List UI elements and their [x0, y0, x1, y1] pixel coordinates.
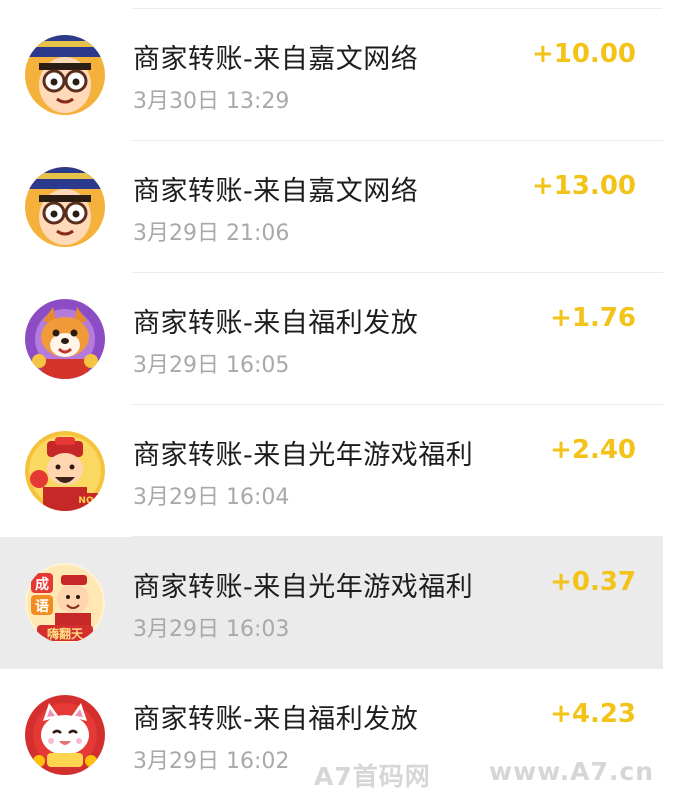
- transaction-amount: +1.76: [550, 303, 636, 333]
- transaction-time: 3月30日 13:29: [133, 89, 290, 114]
- transaction-amount: +4.23: [550, 699, 636, 729]
- transaction-title: 商家转账-来自福利发放: [133, 308, 419, 339]
- transaction-title: 商家转账-来自嘉文网络: [133, 176, 419, 207]
- transaction-time: 3月29日 16:03: [133, 617, 290, 642]
- transaction-row[interactable]: 商家转账-来自嘉文网络 3月30日 13:29 +10.00: [0, 9, 663, 141]
- transaction-time: 3月29日 16:02: [133, 749, 290, 774]
- lucky-cat-avatar-icon: [25, 695, 105, 775]
- god-of-wealth-avatar-icon: NO: [25, 431, 105, 511]
- transaction-list-screen: 商家转账-来自嘉文网络 3月30日 13:29 +10.00 商家转账-来自嘉文…: [0, 0, 695, 800]
- transaction-amount: +13.00: [531, 171, 636, 201]
- transaction-time: 3月29日 16:04: [133, 485, 290, 510]
- transaction-amount: +10.00: [531, 39, 636, 69]
- watermark-right: www.A7.cn: [489, 757, 655, 786]
- svg-text:语: 语: [35, 599, 49, 615]
- svg-text:成: 成: [35, 576, 49, 593]
- emperor-avatar-icon: [25, 35, 105, 115]
- transaction-row[interactable]: 商家转账-来自嘉文网络 3月29日 21:06 +13.00: [0, 141, 663, 273]
- transaction-amount: +0.37: [550, 567, 636, 597]
- transaction-title: 商家转账-来自光年游戏福利: [133, 572, 474, 603]
- transaction-row[interactable]: NO 商家转账-来自光年游戏福利 3月29日 16:04 +2.40: [0, 405, 663, 537]
- svg-text:嗨翻天: 嗨翻天: [47, 626, 84, 641]
- transaction-title: 商家转账-来自嘉文网络: [133, 44, 419, 75]
- transaction-title: 商家转账-来自光年游戏福利: [133, 440, 474, 471]
- transaction-time: 3月29日 21:06: [133, 221, 290, 246]
- transaction-time: 3月29日 16:05: [133, 353, 290, 378]
- svg-text:NO: NO: [78, 496, 94, 506]
- transaction-amount: +2.40: [550, 435, 636, 465]
- watermark-left: A7首码网: [314, 762, 431, 791]
- transaction-list: 商家转账-来自嘉文网络 3月30日 13:29 +10.00 商家转账-来自嘉文…: [0, 9, 695, 800]
- idiom-game-avatar-icon: 成 语 嗨翻天: [25, 563, 105, 643]
- transaction-title: 商家转账-来自福利发放: [133, 704, 419, 735]
- emperor-avatar-icon: [25, 167, 105, 247]
- shiba-dog-avatar-icon: [25, 299, 105, 379]
- transaction-row[interactable]: 成 语 嗨翻天 商家转账-来自光年游戏福利 3月29日 16:03 +0.37: [0, 537, 663, 669]
- transaction-row[interactable]: 商家转账-来自福利发放 3月29日 16:05 +1.76: [0, 273, 663, 405]
